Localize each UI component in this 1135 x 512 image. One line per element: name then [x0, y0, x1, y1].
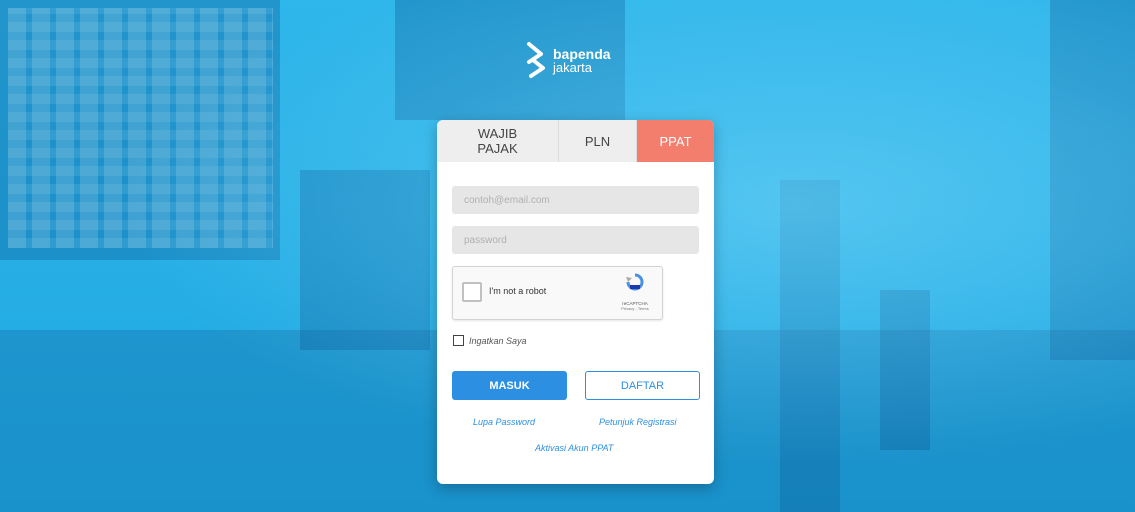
- login-card: WAJIB PAJAK PLN PPAT I'm not a robot reC…: [437, 120, 714, 484]
- tab-ppat[interactable]: PPAT: [637, 120, 714, 162]
- login-button[interactable]: MASUK: [452, 371, 567, 400]
- register-button[interactable]: DAFTAR: [585, 371, 700, 400]
- password-input[interactable]: [452, 226, 699, 254]
- tab-pln[interactable]: PLN: [559, 120, 637, 162]
- tab-wajib-pajak[interactable]: WAJIB PAJAK: [437, 120, 559, 162]
- logo-text-bapenda: bapenda: [553, 45, 611, 62]
- recaptcha-checkbox[interactable]: [462, 282, 482, 302]
- recaptcha-links[interactable]: Privacy - Terms: [615, 306, 655, 311]
- recaptcha-branding: reCAPTCHA Privacy - Terms: [615, 273, 655, 311]
- recaptcha-icon: [626, 273, 644, 291]
- remember-me-label: Ingatkan Saya: [469, 335, 527, 346]
- bapenda-logo: bapenda jakarta: [525, 40, 611, 80]
- recaptcha-label: I'm not a robot: [489, 286, 547, 296]
- registration-guide-link[interactable]: Petunjuk Registrasi: [599, 417, 677, 427]
- logo-text-jakarta: jakarta: [553, 59, 593, 75]
- remember-me: Ingatkan Saya: [453, 335, 527, 346]
- forgot-password-link[interactable]: Lupa Password: [473, 417, 535, 427]
- remember-me-checkbox[interactable]: [453, 335, 464, 346]
- recaptcha-widget: I'm not a robot reCAPTCHA Privacy - Term…: [452, 266, 663, 320]
- bapenda-logo-icon: [527, 42, 545, 78]
- email-input[interactable]: [452, 186, 699, 214]
- activate-ppat-account-link[interactable]: Aktivasi Akun PPAT: [535, 443, 613, 453]
- login-tabs: WAJIB PAJAK PLN PPAT: [437, 120, 714, 162]
